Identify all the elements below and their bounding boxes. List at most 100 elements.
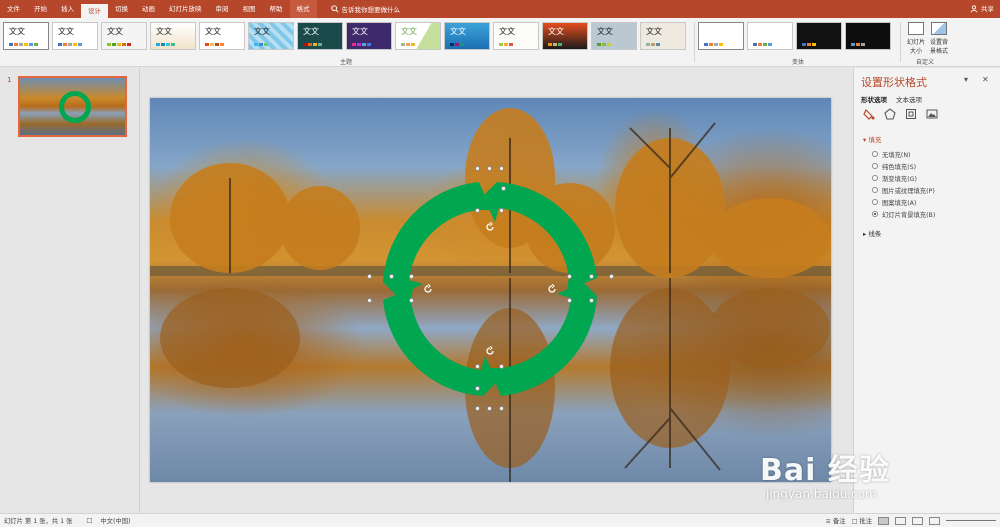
radio-solid[interactable] — [872, 163, 878, 169]
theme-wisp[interactable]: 文文 — [395, 22, 441, 50]
fill-option-solid[interactable]: 纯色填充(S) — [872, 160, 935, 172]
circular-arrow-shape-group[interactable] — [367, 166, 614, 411]
theme-berlin[interactable]: 文文 — [591, 22, 637, 50]
resize-handle[interactable] — [409, 274, 414, 279]
format-background-button[interactable]: 设置背景格式 — [928, 22, 950, 55]
resize-handle[interactable] — [567, 298, 572, 303]
thumbnail-ring-shape — [59, 91, 91, 123]
tab-review[interactable]: 审阅 — [209, 0, 236, 18]
green-ring-shape[interactable] — [379, 178, 601, 400]
tab-design[interactable]: 设计 — [81, 4, 108, 18]
theme-integral[interactable]: 文文 — [150, 22, 196, 50]
resize-handle[interactable] — [499, 406, 504, 411]
slide-size-button[interactable]: 幻灯片大小 — [905, 22, 927, 55]
tab-home[interactable]: 开始 — [27, 0, 54, 18]
resize-handle[interactable] — [475, 364, 480, 369]
rotate-handle-icon[interactable] — [485, 346, 495, 356]
theme-office-2[interactable]: 文文 — [52, 22, 98, 50]
fill-option-pattern[interactable]: 图案填充(A) — [872, 196, 935, 208]
variant-4[interactable] — [845, 22, 891, 50]
resize-handle[interactable] — [589, 274, 594, 279]
zoom-slider[interactable] — [946, 520, 996, 521]
reading-view-button[interactable] — [912, 516, 923, 525]
resize-handle[interactable] — [475, 166, 480, 171]
search-icon — [330, 5, 339, 13]
line-section-header[interactable]: ▸ 线条 — [863, 228, 881, 238]
theme-slice[interactable]: 文文 — [444, 22, 490, 50]
tab-format[interactable]: 格式 — [289, 0, 317, 18]
pane-options-icon[interactable]: ▾ — [964, 75, 968, 84]
picture-icon[interactable] — [926, 108, 938, 120]
resize-handle[interactable] — [609, 274, 614, 279]
fill-section-header[interactable]: ▾ 填充 — [863, 134, 881, 144]
resize-handle[interactable] — [475, 386, 480, 391]
slide-canvas[interactable] — [150, 98, 831, 482]
rotate-handle-icon[interactable] — [423, 284, 433, 294]
tell-me-box[interactable]: 告诉我你想要做什么 — [330, 4, 400, 14]
slide-sorter-button[interactable] — [895, 516, 906, 525]
resize-handle[interactable] — [501, 186, 506, 191]
tab-view[interactable]: 视图 — [236, 0, 263, 18]
resize-handle[interactable] — [475, 208, 480, 213]
theme-office[interactable]: 文文 — [3, 22, 49, 50]
resize-handle[interactable] — [499, 166, 504, 171]
effects-icon[interactable] — [884, 108, 896, 120]
variant-2[interactable] — [747, 22, 793, 50]
tab-animations[interactable]: 动画 — [135, 0, 162, 18]
theme-organic[interactable]: 文文 — [248, 22, 294, 50]
close-icon[interactable]: ✕ — [982, 75, 989, 84]
theme-ion-boardroom[interactable]: 文文 — [199, 22, 245, 50]
tab-help[interactable]: 帮助 — [263, 0, 290, 18]
resize-handle[interactable] — [567, 274, 572, 279]
resize-handle[interactable] — [367, 274, 372, 279]
tab-shape-options[interactable]: 形状选项 — [861, 94, 887, 104]
fill-option-slide-background[interactable]: 幻灯片背景填充(B) — [872, 208, 935, 220]
theme-savon[interactable]: 文文 — [640, 22, 686, 50]
tab-insert[interactable]: 插入 — [54, 0, 81, 18]
fill-option-picture[interactable]: 图片或纹理填充(P) — [872, 184, 935, 196]
resize-handle[interactable] — [475, 406, 480, 411]
normal-view-button[interactable] — [878, 516, 889, 525]
resize-handle[interactable] — [487, 406, 492, 411]
rotate-handle-icon[interactable] — [547, 284, 557, 294]
share-label: 共享 — [981, 5, 994, 13]
resize-handle[interactable] — [367, 298, 372, 303]
tab-transitions[interactable]: 切换 — [108, 0, 135, 18]
size-properties-icon[interactable] — [905, 108, 917, 120]
fill-option-none[interactable]: 无填充(N) — [872, 148, 935, 160]
slide-size-icon — [908, 22, 924, 35]
tab-text-options[interactable]: 文本选项 — [896, 94, 922, 104]
radio-none[interactable] — [872, 151, 878, 157]
resize-handle[interactable] — [499, 208, 504, 213]
fill-line-icon[interactable] — [863, 108, 875, 120]
rotate-handle-icon[interactable] — [485, 222, 495, 232]
radio-pattern[interactable] — [872, 199, 878, 205]
slide-thumbnail[interactable] — [18, 76, 127, 137]
resize-handle[interactable] — [487, 166, 492, 171]
resize-handle[interactable] — [389, 274, 394, 279]
theme-ion[interactable]: 文文 — [297, 22, 343, 50]
fill-option-gradient[interactable]: 渐变填充(G) — [872, 172, 935, 184]
variant-1[interactable] — [698, 22, 744, 50]
share-button[interactable]: 共享 — [970, 0, 994, 18]
radio-picture[interactable] — [872, 187, 878, 193]
resize-handle[interactable] — [409, 298, 414, 303]
resize-handle[interactable] — [589, 298, 594, 303]
theme-gallery-style[interactable]: 文文 — [493, 22, 539, 50]
theme-facet[interactable]: 文文 — [101, 22, 147, 50]
theme-retrospect[interactable]: 文文 — [346, 22, 392, 50]
radio-gradient[interactable] — [872, 175, 878, 181]
slideshow-button[interactable] — [929, 516, 940, 525]
tab-file[interactable]: 文件 — [0, 0, 27, 18]
theme-sample-text: 文文 — [303, 27, 319, 36]
theme-circuit[interactable]: 文文 — [542, 22, 588, 50]
resize-handle[interactable] — [499, 364, 504, 369]
comments-button[interactable]: □ 批注 — [851, 516, 872, 525]
radio-slide-background[interactable] — [872, 211, 878, 217]
pane-tab-row: 形状选项 文本选项 — [861, 94, 922, 104]
variant-3[interactable] — [796, 22, 842, 50]
spellcheck-icon[interactable]: □ — [86, 517, 92, 524]
notes-button[interactable]: ≡ 备注 — [826, 516, 846, 525]
language-indicator[interactable]: 中文(中国) — [100, 516, 130, 525]
tab-slideshow[interactable]: 幻灯片放映 — [162, 0, 209, 18]
